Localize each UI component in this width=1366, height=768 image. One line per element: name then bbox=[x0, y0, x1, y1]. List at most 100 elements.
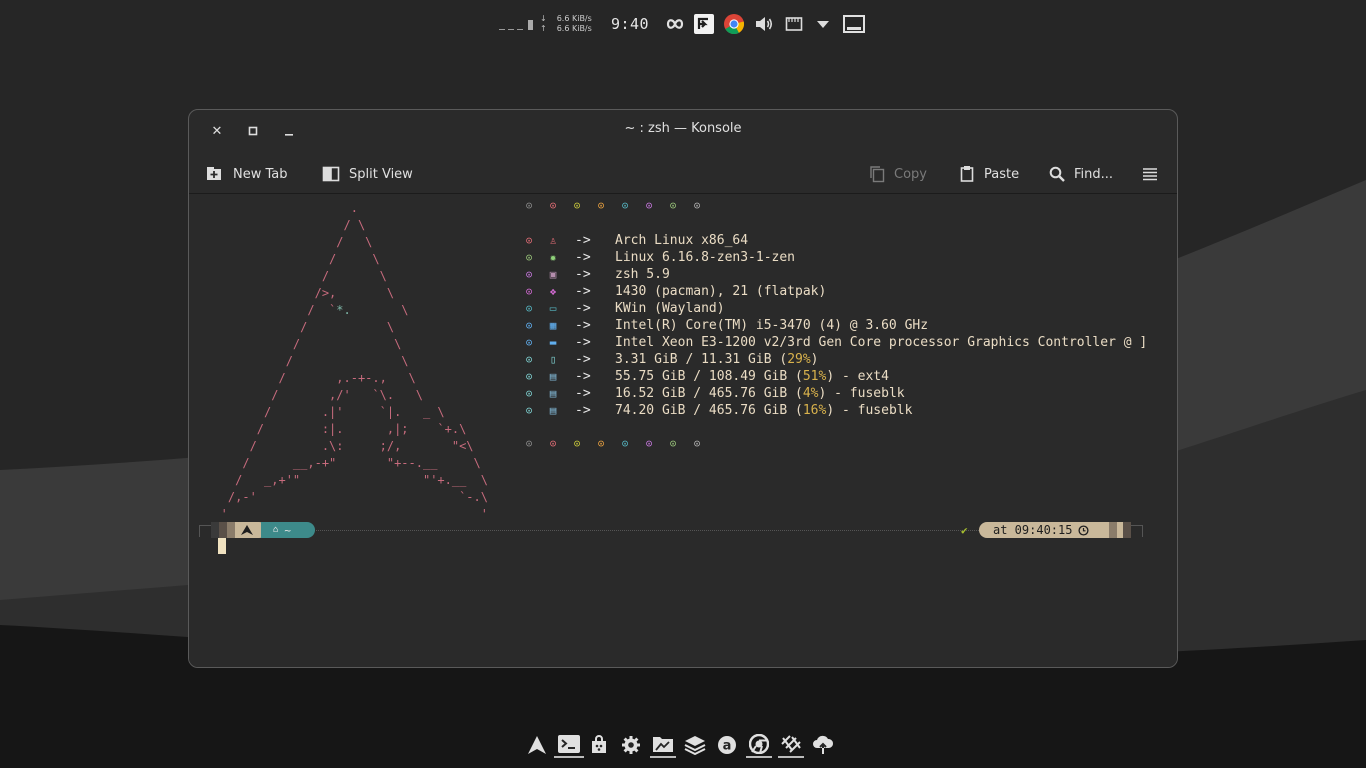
fetch-row: ⊙ ▦ -> Intel(R) Core(TM) i5-3470 (4) @ 3.60… bbox=[521, 317, 1147, 334]
fetch-percent: 29% bbox=[787, 352, 811, 367]
window-icon: ▭ bbox=[549, 302, 557, 315]
fetch-arrow: -> bbox=[575, 403, 591, 418]
prompt-dir-segment: ⌂ ~ bbox=[261, 522, 315, 538]
fetch-value: Arch Linux x86_64 bbox=[615, 233, 749, 248]
bullet-icon: ⊙ bbox=[525, 285, 533, 298]
fetch-percent: 16% bbox=[802, 403, 827, 418]
prompt-time-fade bbox=[1109, 522, 1117, 538]
hamburger-menu-button[interactable] bbox=[1142, 162, 1158, 186]
fetch-value: 74.20 GiB / 465.76 GiB ( bbox=[615, 403, 803, 418]
kdeconnect-icon[interactable] bbox=[664, 10, 686, 38]
bullet-icon: ⊙ bbox=[525, 353, 533, 366]
palette-dot-icon: ⊙ bbox=[645, 437, 653, 450]
prompt-os-segment bbox=[211, 522, 267, 538]
bullet-icon: ⊙ bbox=[525, 251, 533, 264]
amazon-icon[interactable]: a bbox=[714, 732, 740, 758]
palette-dot-icon: ⊙ bbox=[621, 437, 629, 450]
copy-button[interactable]: Copy bbox=[869, 162, 927, 186]
copy-icon bbox=[870, 166, 885, 183]
kwin-scripts-icon[interactable] bbox=[778, 732, 804, 758]
tray-expand-chevron-down-icon[interactable] bbox=[812, 10, 834, 38]
net-down-speed: 6.6 KiB/s bbox=[556, 14, 592, 23]
store-icon[interactable] bbox=[586, 732, 612, 758]
new-tab-button[interactable]: New Tab bbox=[206, 162, 288, 186]
prompt-dotted-filler bbox=[221, 530, 1103, 531]
disk-icon: ▤ bbox=[549, 370, 557, 383]
bullet-icon: ⊙ bbox=[525, 302, 533, 315]
find-button[interactable]: Find... bbox=[1049, 162, 1113, 186]
fetch-percent: 4% bbox=[802, 386, 819, 401]
konsole-taskbar-icon[interactable] bbox=[554, 732, 584, 758]
upload-arrow-icon: ↑ bbox=[540, 24, 547, 33]
fetch-row: ⊙ ▯ -> 3.31 GiB / 11.31 GiB (29%) bbox=[521, 351, 1147, 368]
prompt-line: ⌂ ~ ✔ at 09:40:15 bbox=[199, 522, 1143, 538]
disk-icon: ▤ bbox=[549, 387, 557, 400]
palette-dot-icon: ⊙ bbox=[597, 199, 605, 212]
paste-label: Paste bbox=[984, 166, 1020, 182]
fetch-row: ⊙ ▣ -> zsh 5.9 bbox=[521, 266, 1147, 283]
prompt-right-frame bbox=[1131, 525, 1143, 537]
fetch-value: ) - ext4 bbox=[826, 369, 889, 384]
cpu-graph-icon bbox=[499, 20, 533, 30]
gear-icon: ✹ bbox=[549, 251, 557, 264]
layers-icon[interactable] bbox=[682, 732, 708, 758]
cpu-icon: ▦ bbox=[549, 319, 557, 332]
fetch-value: ) - fuseblk bbox=[818, 386, 905, 401]
fetch-row: ⊙ ▤ -> 16.52 GiB / 465.76 GiB (4%) - fusebl… bbox=[521, 385, 1147, 402]
bullet-icon: ⊙ bbox=[525, 234, 533, 247]
fetch-arrow: -> bbox=[575, 318, 591, 333]
palette-dot-icon: ⊙ bbox=[549, 437, 557, 450]
fetch-value: 3.31 GiB / 11.31 GiB ( bbox=[615, 352, 788, 367]
konsole-window: ✕ ~ : zsh — Konsole New Tab Split View C… bbox=[188, 109, 1178, 668]
find-label: Find... bbox=[1074, 166, 1114, 182]
prompt-status: ✔ bbox=[961, 523, 968, 537]
bullet-icon: ⊙ bbox=[525, 404, 533, 417]
fetch-arrow: -> bbox=[575, 250, 591, 265]
palette-dot-icon: ⊙ bbox=[693, 199, 701, 212]
fetch-value: 1430 (pacman), 21 (flatpak) bbox=[615, 284, 827, 299]
palette-dot-icon: ⊙ bbox=[525, 199, 533, 212]
palette-dot-icon: ⊙ bbox=[573, 437, 581, 450]
cloud-upload-icon[interactable] bbox=[810, 732, 836, 758]
fetch-percent: 51% bbox=[802, 369, 827, 384]
paste-button[interactable]: Paste bbox=[959, 162, 1019, 186]
package-icon: ❖ bbox=[549, 285, 557, 298]
bullet-icon: ⊙ bbox=[525, 370, 533, 383]
software-update-icon[interactable] bbox=[693, 10, 715, 38]
palette-dot-icon: ⊙ bbox=[669, 199, 677, 212]
arch-launcher-icon[interactable] bbox=[524, 732, 550, 758]
split-view-button[interactable]: Split View bbox=[322, 162, 413, 186]
palette-dot-icon: ⊙ bbox=[525, 437, 533, 450]
palette-dot-icon: ⊙ bbox=[669, 437, 677, 450]
window-titlebar[interactable]: ✕ ~ : zsh — Konsole bbox=[189, 110, 1177, 150]
fetch-value: ) - fuseblk bbox=[826, 403, 913, 418]
bullet-icon: ⊙ bbox=[525, 268, 533, 281]
network-wired-icon[interactable] bbox=[783, 10, 805, 38]
chrome-icon[interactable] bbox=[723, 10, 745, 38]
clock[interactable]: 9:40 bbox=[608, 10, 652, 38]
file-manager-icon[interactable] bbox=[650, 732, 676, 758]
palette-dot-icon: ⊙ bbox=[693, 437, 701, 450]
split-view-label: Split View bbox=[349, 166, 413, 182]
terminal-area[interactable]: . / \ / \ / \ / \ />, \ / `*. \ / \ / \ … bbox=[189, 196, 1177, 667]
fetch-arrow: -> bbox=[575, 267, 591, 282]
fetch-value: 16.52 GiB / 465.76 GiB ( bbox=[615, 386, 803, 401]
settings-gear-icon[interactable] bbox=[618, 732, 644, 758]
fetch-value: Linux 6.16.8-zen3-1-zen bbox=[615, 250, 796, 265]
svg-text:a: a bbox=[723, 739, 732, 754]
window-title: ~ : zsh — Konsole bbox=[624, 121, 742, 136]
terminal-cursor bbox=[218, 538, 226, 554]
fastfetch-info: ⊙ ♙ -> Arch Linux x86_64 ⊙ ✹ -> Linux 6.16.8-ze… bbox=[521, 232, 1148, 419]
chromium-icon[interactable] bbox=[746, 732, 772, 758]
shell-icon: ▣ bbox=[549, 268, 557, 281]
show-desktop-icon[interactable] bbox=[842, 10, 866, 38]
fetch-arrow: -> bbox=[575, 386, 591, 401]
network-speed-widget[interactable]: ↓ ↑ 6.6 KiB/s 6.6 KiB/s bbox=[540, 10, 604, 38]
tux-icon: ♙ bbox=[549, 234, 557, 247]
prompt-time-segment: at 09:40:15 bbox=[979, 522, 1131, 538]
memory-icon: ▯ bbox=[549, 353, 557, 366]
hamburger-menu-icon bbox=[1143, 168, 1157, 181]
cpu-graph-widget[interactable] bbox=[496, 10, 538, 38]
volume-icon[interactable] bbox=[753, 10, 775, 38]
fetch-row: ⊙ ▤ -> 55.75 GiB / 108.49 GiB (51%) - ext4 bbox=[521, 368, 1147, 385]
